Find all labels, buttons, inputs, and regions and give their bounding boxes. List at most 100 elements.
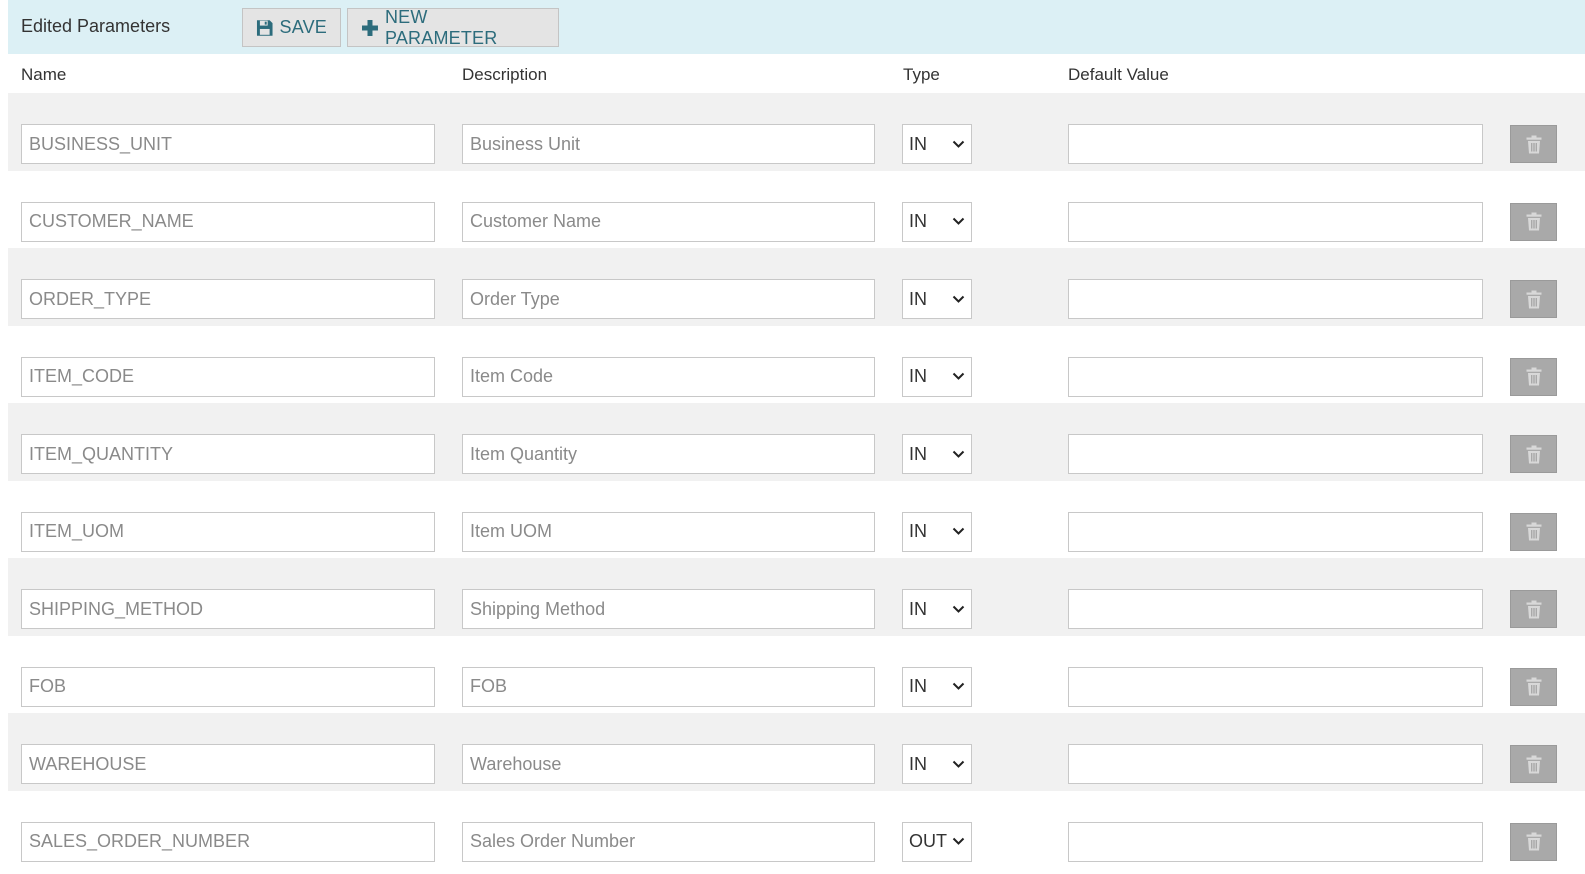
chevron-down-icon [952,217,965,225]
parameter-name-field[interactable] [21,201,435,242]
chevron-down-icon [952,682,965,690]
parameter-row: IN [8,248,1585,326]
parameter-type-value: IN [909,133,927,154]
parameter-type-select[interactable]: IN [902,201,972,242]
parameter-name-field[interactable] [21,821,435,862]
trash-icon [1526,832,1541,851]
parameter-type-select[interactable]: IN [902,434,972,474]
parameter-name-field[interactable] [21,744,435,784]
parameter-default-value-field[interactable] [1068,124,1483,164]
parameter-type-value: IN [909,211,927,231]
trash-icon [1526,290,1541,308]
parameter-default-value-field[interactable] [1068,666,1483,707]
parameter-type-select[interactable]: IN [902,511,972,552]
chevron-down-icon [952,527,965,535]
chevron-down-icon [952,140,965,148]
delete-parameter-button[interactable] [1510,125,1557,163]
trash-icon [1526,135,1541,153]
trash-icon [1526,522,1541,541]
parameter-type-select[interactable]: IN [902,356,972,397]
parameter-description-field[interactable] [462,511,875,552]
chevron-down-icon [952,760,965,768]
table-header: Name Description Type Default Value [8,54,1585,93]
left-gutter [0,0,8,731]
plus-icon [361,19,378,36]
chevron-down-icon [952,450,965,458]
header-name: Name [21,65,67,84]
parameter-description-field[interactable] [462,279,875,319]
delete-parameter-button[interactable] [1510,667,1557,706]
parameter-row: IN [8,170,1585,248]
parameter-type-select[interactable]: IN [902,744,972,784]
floppy-disk-icon [256,19,273,36]
parameter-type-value: IN [909,288,927,309]
new-parameter-button-label: NEW PARAMETER [384,6,498,48]
parameter-type-value: IN [909,366,927,386]
save-button[interactable]: SAVE [242,8,341,47]
parameter-default-value-field[interactable] [1068,356,1483,397]
parameter-row: IN [8,403,1585,481]
delete-parameter-button[interactable] [1510,590,1557,628]
parameter-name-field[interactable] [21,511,435,552]
parameter-row: OUT [8,790,1585,868]
parameter-default-value-field[interactable] [1068,434,1483,474]
parameter-name-field[interactable] [21,589,435,629]
parameter-description-field[interactable] [462,821,875,862]
trash-icon [1526,600,1541,618]
parameter-default-value-field[interactable] [1068,279,1483,319]
parameter-type-value: IN [909,443,927,464]
parameter-row: IN [8,325,1585,403]
parameter-default-value-field[interactable] [1068,201,1483,242]
delete-parameter-button[interactable] [1510,512,1557,551]
parameter-description-field[interactable] [462,356,875,397]
parameter-default-value-field[interactable] [1068,589,1483,629]
delete-parameter-button[interactable] [1510,822,1557,861]
parameter-type-select[interactable]: IN [902,124,972,164]
header-default-value: Default Value [1068,65,1169,84]
header-description: Description [462,65,548,84]
parameter-description-field[interactable] [462,589,875,629]
delete-parameter-button[interactable] [1510,202,1557,241]
toolbar: Edited Parameters SAVE NEW PARAMETER [8,0,1585,54]
trash-icon [1526,445,1541,463]
new-parameter-button[interactable]: NEW PARAMETER [347,6,559,48]
parameter-name-field[interactable] [21,124,435,164]
parameter-default-value-field[interactable] [1068,744,1483,784]
chevron-down-icon [952,295,965,303]
parameter-name-field[interactable] [21,666,435,707]
parameter-default-value-field[interactable] [1068,511,1483,552]
parameter-list: IN IN [8,93,1585,868]
trash-icon [1526,677,1541,696]
parameter-row: IN [8,558,1585,636]
parameter-name-field[interactable] [21,279,435,319]
delete-parameter-button[interactable] [1510,280,1557,318]
chevron-down-icon [952,372,965,380]
trash-icon [1526,755,1541,773]
parameter-name-field[interactable] [21,434,435,474]
parameter-type-value: IN [909,521,927,541]
parameter-row: IN [8,713,1585,791]
parameter-description-field[interactable] [462,744,875,784]
parameter-type-select[interactable]: IN [902,279,972,319]
delete-parameter-button[interactable] [1510,357,1557,396]
parameter-type-select[interactable]: IN [902,666,972,707]
parameter-default-value-field[interactable] [1068,821,1483,862]
parameter-description-field[interactable] [462,666,875,707]
parameter-type-value: IN [909,676,927,696]
trash-icon [1526,367,1541,386]
delete-parameter-button[interactable] [1510,435,1557,473]
parameter-type-value: OUT [909,831,947,851]
trash-icon [1526,212,1541,231]
parameter-type-select[interactable]: IN [902,589,972,629]
chevron-down-icon [952,837,965,845]
parameter-description-field[interactable] [462,124,875,164]
parameter-description-field[interactable] [462,201,875,242]
parameter-name-field[interactable] [21,356,435,397]
save-button-label: SAVE [279,17,327,37]
parameter-description-field[interactable] [462,434,875,474]
parameter-row: IN [8,93,1585,171]
chevron-down-icon [952,605,965,613]
parameter-type-select[interactable]: OUT [902,821,972,862]
delete-parameter-button[interactable] [1510,745,1557,783]
parameter-type-value: IN [909,753,927,774]
